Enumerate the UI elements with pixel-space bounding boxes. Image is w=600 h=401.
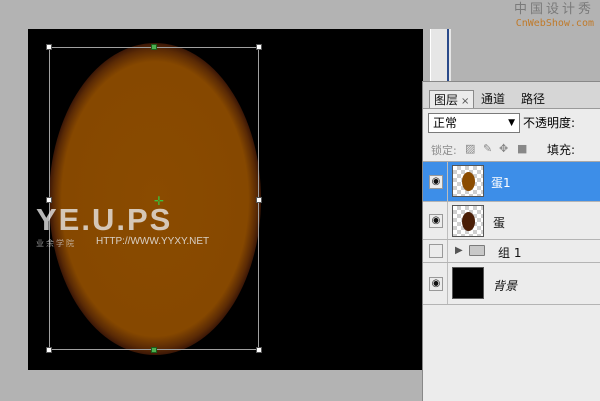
layer-name[interactable]: 背景 <box>493 277 517 294</box>
lock-label: 锁定: <box>431 144 457 157</box>
transform-handle-top-center[interactable] <box>151 44 157 50</box>
lock-brush-icon[interactable]: ✎ <box>483 142 492 155</box>
tab-layers-label: 图层 <box>434 93 459 107</box>
layer-thumbnail <box>452 165 484 197</box>
blend-mode-value: 正常 <box>433 116 458 130</box>
eye-icon[interactable]: ◉ <box>429 175 443 189</box>
tab-channels-label: 通道 <box>481 92 506 106</box>
tab-paths-label: 路径 <box>521 92 546 106</box>
layer-thumbnail <box>452 205 484 237</box>
visibility-toggle-empty[interactable] <box>429 244 443 258</box>
transform-handle-top-right[interactable] <box>256 44 262 50</box>
tab-layers[interactable]: 图层 × <box>429 90 475 108</box>
lock-move-icon[interactable]: ✥ <box>499 142 508 155</box>
layer-row-egg1[interactable]: ◉ 蛋1 <box>423 162 600 202</box>
lock-all-icon[interactable]: ■ <box>517 142 527 155</box>
transform-handle-top-left[interactable] <box>46 44 52 50</box>
group-name[interactable]: 组 1 <box>498 244 521 261</box>
layer-thumbnail <box>452 267 484 299</box>
eye-icon[interactable]: ◉ <box>429 214 443 228</box>
layer-row-egg[interactable]: ◉ 蛋 <box>423 202 600 240</box>
site-watermark: 中国设计秀 CnWebShow.com <box>512 2 594 30</box>
canvas-scroll-edge <box>430 29 451 81</box>
tab-channels[interactable]: 通道 <box>477 90 509 108</box>
eye-icon[interactable]: ◉ <box>429 277 443 291</box>
fill-label: 填充: <box>547 143 576 157</box>
layer-name[interactable]: 蛋1 <box>491 174 511 191</box>
expand-triangle-icon[interactable]: ▶ <box>455 245 463 256</box>
transform-handle-bottom-left[interactable] <box>46 347 52 353</box>
layer-row-group1[interactable]: ▶ 组 1 <box>423 240 600 263</box>
transform-handle-middle-right[interactable] <box>256 197 262 203</box>
chevron-down-icon: ▼ <box>508 118 515 128</box>
close-icon[interactable]: × <box>461 96 469 107</box>
transform-handle-bottom-center[interactable] <box>151 347 157 353</box>
canvas-watermark: YE.U.PS 业余学院 HTTP://WWW.YYXY.NET <box>36 202 209 249</box>
tab-paths[interactable]: 路径 <box>517 90 549 108</box>
watermark-url-text: CnWebShow.com <box>515 18 594 29</box>
watermark-site-text: HTTP://WWW.YYXY.NET <box>96 236 210 247</box>
panel-tab-bar: 图层 × 通道 路径 <box>423 82 600 109</box>
layer-name[interactable]: 蛋 <box>493 214 505 231</box>
lock-transparent-icon[interactable]: ▨ <box>465 142 475 155</box>
layer-row-background[interactable]: ◉ 背景 <box>423 263 600 305</box>
watermark-sub-text: 业余学院 <box>36 239 76 248</box>
opacity-label: 不透明度: <box>523 116 576 130</box>
watermark-cn-text: 中国设计秀 <box>513 2 594 17</box>
folder-icon <box>469 245 485 256</box>
document-canvas[interactable]: ✛ YE.U.PS 业余学院 HTTP://WWW.YYXY.NET <box>28 29 423 370</box>
lock-row: 锁定: ▨ ✎ ✥ ■ 填充: <box>423 137 600 162</box>
layers-panel: 图层 × 通道 路径 正常 ▼ 不透明度: 锁定: ▨ ✎ ✥ ■ 填充: ◉ 蛋… <box>422 81 600 401</box>
transform-handle-bottom-right[interactable] <box>256 347 262 353</box>
watermark-logo-text: YE.U.PS <box>36 202 173 237</box>
blend-mode-select[interactable]: 正常 ▼ <box>428 113 520 133</box>
